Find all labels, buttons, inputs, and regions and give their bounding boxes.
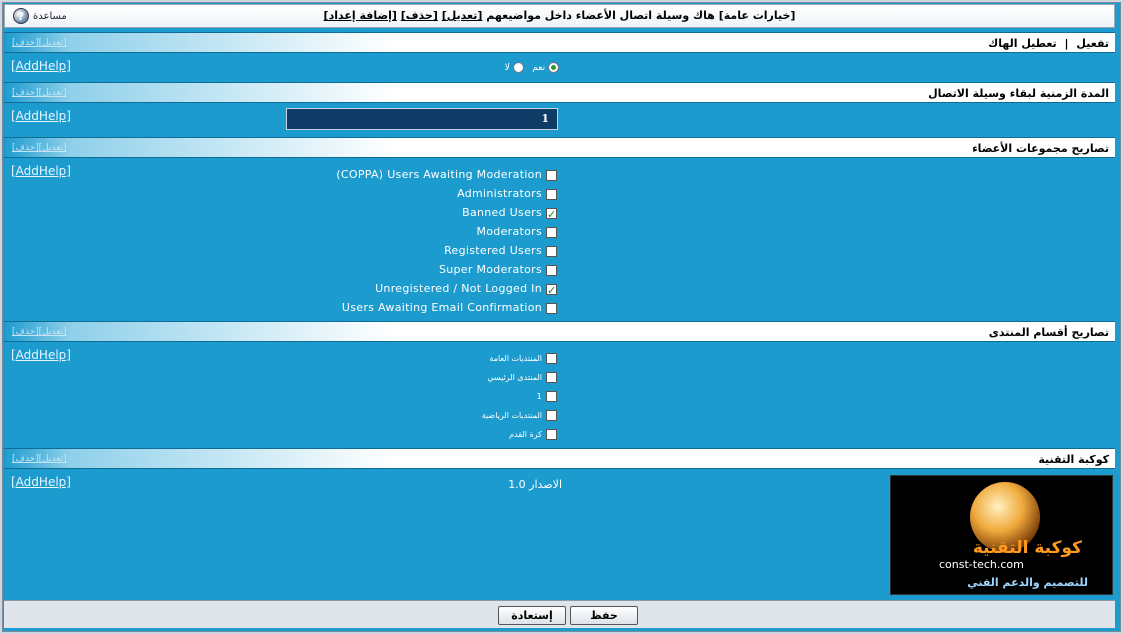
checkbox-label: Moderators (476, 225, 542, 238)
section-body-duration: [AddHelp] 1 (4, 104, 1115, 136)
section-label: تفعيل | تعطيل الهاك (988, 37, 1109, 50)
enable-radio-group: نعم لا (4, 62, 559, 73)
checkbox-item: Super Moderators (4, 260, 557, 279)
checkbox-item: 1 (4, 386, 557, 405)
checkbox-item: المنتدى الرئيسي (4, 367, 557, 386)
section-label: المدة الزمنية لبقاء وسيلة الاتصال (928, 87, 1109, 100)
section-edit-links: [تعديل][حذف] (12, 143, 67, 153)
checkbox-label: المنتدى الرئيسي (487, 373, 542, 382)
logo-tagline: للتصميم والدعم الفني (967, 576, 1088, 589)
checkbox-item: Registered Users (4, 241, 557, 260)
section-edit-links: [تعديل][حذف] (12, 38, 67, 48)
section-delete-link[interactable]: [حذف] (12, 454, 39, 464)
checkbox-label: المنتديات الرياضية (481, 411, 542, 420)
checkbox-item: Moderators (4, 222, 557, 241)
section-delete-link[interactable]: [حذف] (12, 88, 39, 98)
checkbox-label: Unregistered / Not Logged In (375, 282, 542, 295)
radio-yes-label: نعم (532, 63, 546, 73)
checkbox-item: المنتديات الرياضية (4, 405, 557, 424)
page-title: [خيارات عامة] هاك وسيلة اتصال الأعضاء دا… (5, 9, 1114, 22)
section-edit-link[interactable]: [تعديل] (39, 38, 67, 48)
logo-arabic-text: كوكبة التقنية (972, 538, 1082, 558)
checkbox[interactable] (546, 205, 557, 224)
section-edit-link[interactable]: [تعديل] (39, 143, 67, 153)
radio-no-label: لا (504, 63, 510, 73)
section-header-about: كوكبة التقنية [تعديل][حذف] (4, 448, 1115, 469)
section-edit-link[interactable]: [تعديل] (39, 454, 67, 464)
section-delete-link[interactable]: [حذف] (12, 143, 39, 153)
checkbox-item: Banned Users (4, 203, 557, 224)
checkbox[interactable] (546, 352, 557, 364)
section-header-forums: تصاريح أقسام المنتدى [تعديل][حذف] (4, 321, 1115, 342)
section-edit-link[interactable]: [تعديل] (39, 327, 67, 337)
section-edit-links: [تعديل][حذف] (12, 327, 67, 337)
checkbox-item: كرة القدم (4, 424, 557, 443)
checkbox[interactable] (546, 264, 557, 276)
checkbox[interactable] (546, 245, 557, 257)
checkbox-label: Registered Users (444, 244, 542, 257)
checkbox-item: Users Awaiting Email Confirmation (4, 298, 557, 317)
forum-checkbox-list: المنتديات العامة المنتدى الرئيسي 1 المنتديا… (4, 348, 557, 443)
restore-button[interactable]: إستعادة (498, 606, 566, 625)
label-disable: تعطيل الهاك (988, 37, 1057, 50)
title-text: [خيارات عامة] هاك وسيلة اتصال الأعضاء دا… (486, 9, 796, 22)
section-edit-links: [تعديل][حذف] (12, 454, 67, 464)
checkbox-label: Banned Users (462, 206, 542, 219)
section-label: كوكبة التقنية (1038, 453, 1109, 466)
checkbox-label: 1 (536, 392, 542, 401)
logo-english-text: const-tech.com (939, 558, 1024, 571)
section-label: تصاريح أقسام المنتدى (988, 326, 1109, 339)
checkbox-label: Administrators (457, 187, 542, 200)
section-header-groups: تصاريح مجموعات الأعضاء [تعديل][حذف] (4, 137, 1115, 158)
section-body-enable: [AddHelp] نعم لا (4, 54, 1115, 81)
section-delete-link[interactable]: [حذف] (12, 38, 39, 48)
delete-link[interactable]: [حذف] (401, 9, 438, 22)
section-header-duration: المدة الزمنية لبقاء وسيلة الاتصال [تعديل… (4, 82, 1115, 103)
checkbox-label: Super Moderators (438, 263, 542, 276)
duration-input[interactable]: 1 (286, 108, 558, 130)
checkbox-item: COPPA) Users Awaiting Moderation) (4, 165, 557, 184)
addhelp-link[interactable]: [AddHelp] (11, 109, 71, 123)
brand-logo: كوكبة التقنية const-tech.com للتصميم وال… (890, 475, 1113, 595)
section-edit-links: [تعديل][حذف] (12, 88, 67, 98)
footer-bar: إستعادة حفظ (4, 600, 1115, 628)
checkbox[interactable] (546, 390, 557, 402)
save-button[interactable]: حفظ (570, 606, 638, 625)
checkbox-label: كرة القدم (509, 430, 542, 439)
checkbox-item: المنتديات العامة (4, 348, 557, 367)
section-body-groups: [AddHelp] COPPA) Users Awaiting Moderati… (4, 159, 1115, 321)
title-bar: مساعدة ? [خيارات عامة] هاك وسيلة اتصال ا… (4, 4, 1115, 28)
checkbox[interactable] (546, 302, 557, 314)
checkbox[interactable] (546, 169, 557, 181)
checkbox-item: Unregistered / Not Logged In (4, 279, 557, 300)
checkbox[interactable] (546, 428, 557, 440)
checkbox[interactable] (546, 281, 557, 300)
usergroup-checkbox-list: COPPA) Users Awaiting Moderation) Adminis… (4, 165, 557, 317)
radio-yes[interactable] (548, 62, 559, 73)
checkbox-label: COPPA) Users Awaiting Moderation) (336, 168, 542, 181)
section-label: تصاريح مجموعات الأعضاء (972, 142, 1109, 155)
checkbox[interactable] (546, 188, 557, 200)
label-separator: | (1064, 37, 1069, 50)
checkbox-label: المنتديات العامة (489, 354, 542, 363)
add-setting-link[interactable]: [إضافة إعداد] (324, 9, 397, 22)
section-header-enable: تفعيل | تعطيل الهاك [تعديل][حذف] (4, 32, 1115, 53)
checkbox-label: Users Awaiting Email Confirmation (341, 301, 542, 314)
checkbox[interactable] (546, 371, 557, 383)
radio-no[interactable] (512, 62, 524, 73)
checkbox[interactable] (546, 226, 557, 238)
checkbox[interactable] (546, 409, 557, 421)
version-text: الاصدار 1.0 (508, 478, 562, 491)
section-body-forums: [AddHelp] المنتديات العامة المنتدى الرئيس… (4, 343, 1115, 447)
checkbox-item: Administrators (4, 184, 557, 203)
section-delete-link[interactable]: [حذف] (12, 327, 39, 337)
section-edit-link[interactable]: [تعديل] (39, 88, 67, 98)
label-enable: تفعيل (1076, 37, 1109, 50)
edit-link[interactable]: [تعديل] (442, 9, 483, 22)
